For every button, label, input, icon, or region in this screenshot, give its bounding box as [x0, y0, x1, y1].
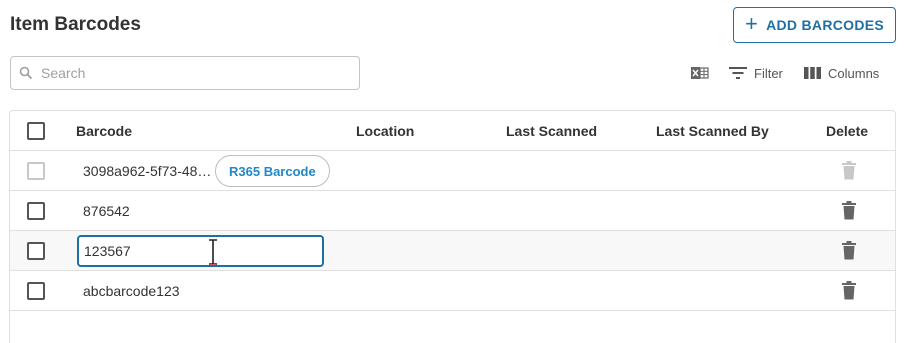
- table-header: Barcode Location Last Scanned Last Scann…: [10, 111, 895, 151]
- r365-barcode-badge: R365 Barcode: [215, 155, 330, 187]
- filter-button[interactable]: Filter: [728, 62, 783, 84]
- table-row[interactable]: [10, 231, 895, 271]
- column-header-delete: Delete: [826, 123, 869, 139]
- search-box: [10, 56, 360, 90]
- add-barcodes-label: ADD BARCODES: [766, 17, 885, 33]
- barcode-cell: 3098a962-5f73-48…: [83, 163, 212, 179]
- delete-icon[interactable]: [841, 201, 857, 220]
- select-all-checkbox[interactable]: [27, 122, 45, 140]
- filter-label: Filter: [754, 65, 783, 81]
- columns-icon: [804, 67, 821, 79]
- columns-label: Columns: [828, 65, 880, 81]
- table-row[interactable]: abcbarcode123: [10, 271, 895, 311]
- plus-icon: +: [744, 11, 759, 36]
- export-excel-button[interactable]: [690, 62, 709, 84]
- barcode-cell: 876542: [83, 203, 130, 219]
- barcodes-grid: Barcode Location Last Scanned Last Scann…: [9, 110, 896, 343]
- search-icon: [19, 66, 33, 80]
- filter-icon: [729, 67, 747, 79]
- row-checkbox[interactable]: [27, 242, 45, 260]
- table-row[interactable]: 876542: [10, 191, 895, 231]
- barcode-edit-input[interactable]: [77, 235, 324, 267]
- column-header-barcode[interactable]: Barcode: [76, 123, 132, 139]
- excel-export-icon: [691, 67, 709, 79]
- barcode-cell: abcbarcode123: [83, 283, 180, 299]
- row-checkbox: [27, 162, 45, 180]
- delete-icon[interactable]: [841, 281, 857, 300]
- delete-icon: [842, 161, 856, 180]
- column-header-last-scanned-by[interactable]: Last Scanned By: [656, 123, 769, 139]
- column-header-location[interactable]: Location: [356, 123, 414, 139]
- table-row[interactable]: 3098a962-5f73-48… R365 Barcode: [10, 151, 895, 191]
- text-cursor-icon: [209, 239, 217, 265]
- search-input[interactable]: [41, 65, 341, 81]
- delete-icon[interactable]: [841, 241, 857, 260]
- page-title: Item Barcodes: [10, 14, 141, 35]
- columns-button[interactable]: Columns: [803, 62, 879, 84]
- row-checkbox[interactable]: [27, 202, 45, 220]
- row-checkbox[interactable]: [27, 282, 45, 300]
- column-header-last-scanned[interactable]: Last Scanned: [506, 123, 597, 139]
- add-barcodes-button[interactable]: + ADD BARCODES: [733, 7, 896, 43]
